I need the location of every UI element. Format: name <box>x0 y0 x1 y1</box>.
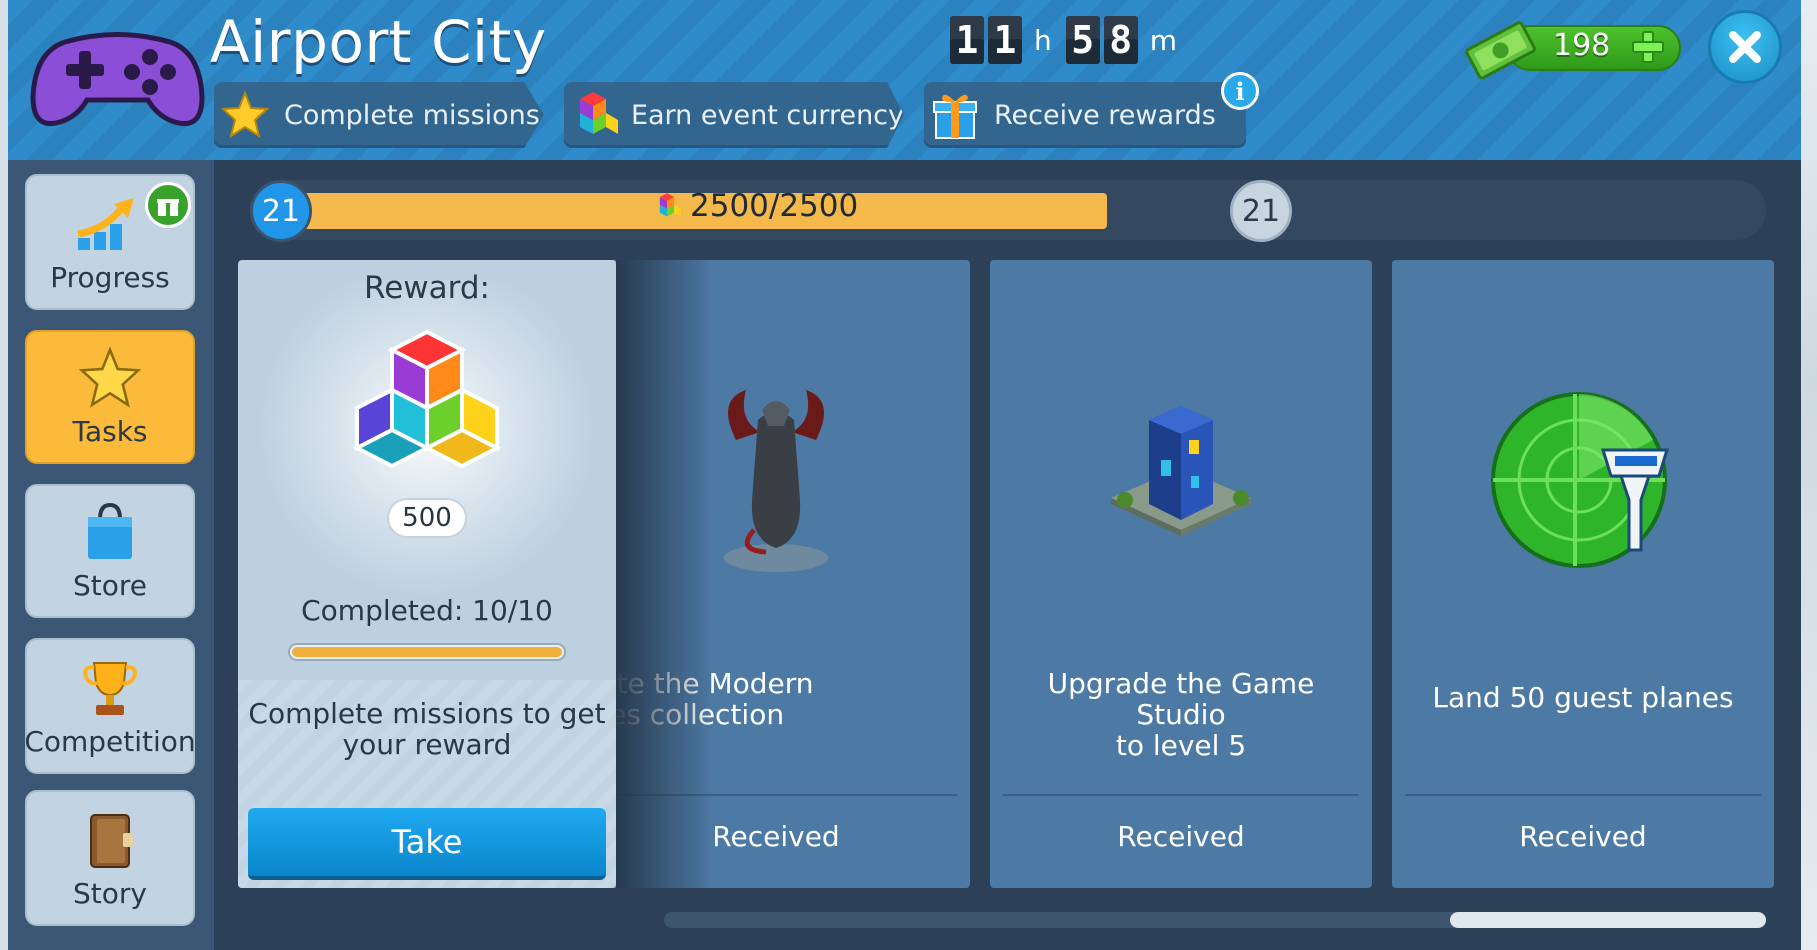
skyscraper-icon <box>1111 406 1251 536</box>
mission-title-line: Upgrade the Game Studio <box>1047 667 1315 731</box>
header: Airport City Complete missions Earn even… <box>8 0 1801 160</box>
page-title: Airport City <box>210 8 547 76</box>
timer-unit: m <box>1149 23 1178 57</box>
reward-title: Reward: <box>364 270 490 306</box>
completed-progress-fill <box>292 647 562 657</box>
take-button[interactable]: Take <box>248 808 606 880</box>
add-currency-icon[interactable] <box>1631 30 1665 64</box>
sidebar-item-label: Competition <box>24 725 196 758</box>
event-timer: 1 1 h 5 8 m <box>950 16 1187 64</box>
timer-digit: 1 <box>988 16 1022 64</box>
star-icon <box>214 84 276 146</box>
mission-status: Received <box>1117 820 1245 853</box>
timer-digit: 5 <box>1065 16 1100 64</box>
sidebar-item-label: Progress <box>50 261 170 294</box>
info-button[interactable]: i <box>1221 72 1259 110</box>
shopping-bag-icon <box>70 495 150 569</box>
cube-currency-icon <box>352 329 502 469</box>
step-receive-rewards: Receive rewards <box>924 82 1246 148</box>
sidebar-item-story[interactable]: Story <box>25 790 195 926</box>
gamepad-icon <box>30 32 205 126</box>
trophy-icon <box>70 651 150 725</box>
event-progress-label: 2500/2500 <box>652 188 858 224</box>
star-icon <box>70 341 150 415</box>
currency-counter[interactable]: 198 <box>1461 18 1683 80</box>
mission-title: Land 50 guest planes <box>1432 681 1734 714</box>
sidebar-item-store[interactable]: Store <box>25 484 195 618</box>
sidebar-item-progress[interactable]: Progress <box>25 174 195 310</box>
scroll-fade <box>616 260 716 888</box>
mission-title: Upgrade the Game Studio to level 5 <box>990 668 1372 761</box>
reward-amount: 500 <box>387 498 467 538</box>
radar-tower-icon <box>1491 392 1670 568</box>
cash-icon <box>1465 21 1536 80</box>
step-label: Receive rewards <box>994 99 1216 131</box>
reward-description: Complete missions to get your reward <box>248 697 606 761</box>
main-panel: 21 21 2500/2500 np <box>214 160 1801 950</box>
mission-card: Upgrade the Game Studio to level 5 Recei… <box>990 260 1372 888</box>
book-icon <box>70 803 150 877</box>
scrollbar-thumb[interactable] <box>1450 912 1766 928</box>
step-earn-currency: Earn event currency <box>564 82 904 148</box>
background-edge-left <box>0 0 8 950</box>
timer-unit: h <box>1034 23 1052 57</box>
sidebar-item-label: Story <box>73 877 147 910</box>
timer-digit: 1 <box>950 16 984 64</box>
event-progress-value: 2500/2500 <box>690 188 859 224</box>
step-label: Earn event currency <box>630 99 904 131</box>
close-icon <box>1729 31 1761 63</box>
mission-status: Received <box>1519 820 1647 853</box>
next-level-badge: 21 <box>1230 180 1292 242</box>
completed-progress-bar <box>288 643 566 661</box>
divider <box>1405 794 1761 796</box>
cube-currency-icon <box>564 84 623 146</box>
sidebar-item-tasks[interactable]: Tasks <box>25 330 195 464</box>
reward-card: Reward: 500 Completed: 10/10 Complete mi… <box>238 260 616 888</box>
progress-arrow-icon <box>70 187 150 261</box>
event-window: Airport City Complete missions Earn even… <box>8 0 1801 950</box>
step-complete-missions: Complete missions <box>214 82 544 148</box>
mission-card: Land 50 guest planes Received <box>1392 260 1774 888</box>
gift-badge-icon <box>145 182 191 228</box>
divider <box>1003 794 1359 796</box>
sidebar-item-competition[interactable]: Competition <box>24 638 196 774</box>
cube-currency-icon <box>659 193 681 217</box>
close-button[interactable] <box>1708 10 1782 84</box>
gift-icon <box>924 84 986 146</box>
mission-title-line: to level 5 <box>1115 729 1247 762</box>
step-label: Complete missions <box>284 99 540 131</box>
current-level-badge: 21 <box>250 180 312 242</box>
timer-digit: 8 <box>1103 16 1138 64</box>
completed-count: Completed: 10/10 <box>301 594 553 627</box>
sidebar: Progress Tasks Store Competition Story <box>8 160 214 950</box>
currency-value: 198 <box>1553 28 1611 63</box>
sidebar-item-label: Tasks <box>72 415 148 448</box>
sidebar-item-label: Store <box>72 569 147 602</box>
